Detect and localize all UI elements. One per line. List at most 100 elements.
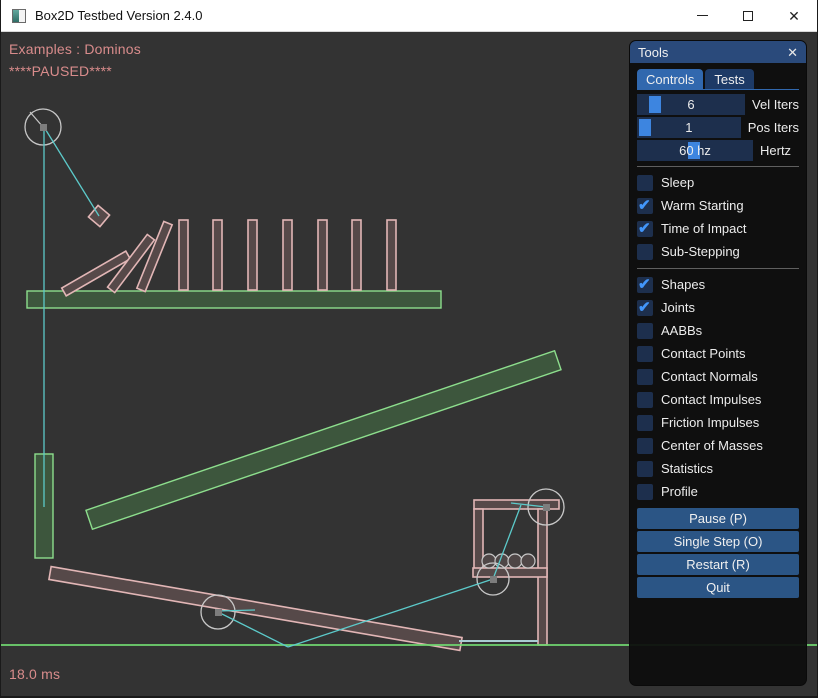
- hertz-slider[interactable]: 60 hz: [637, 140, 753, 161]
- checkbox-label: Sleep: [661, 175, 694, 190]
- checkbox-row-sleep[interactable]: Sleep: [637, 171, 799, 194]
- checkbox-box[interactable]: [637, 369, 653, 385]
- minimize-icon: [697, 15, 708, 16]
- checkbox-label: Sub-Stepping: [661, 244, 740, 259]
- pos-iters-value: 1: [637, 117, 741, 138]
- frame-shelf: [473, 568, 547, 577]
- domino: [387, 220, 396, 290]
- maximize-icon: [743, 11, 753, 21]
- checkbox-row-aabbs[interactable]: AABBs: [637, 319, 799, 342]
- tab-controls[interactable]: Controls: [637, 69, 703, 89]
- tools-panel-titlebar[interactable]: Tools ✕: [630, 41, 806, 63]
- checkbox-box[interactable]: [637, 438, 653, 454]
- checkbox-row-contact-normals[interactable]: Contact Normals: [637, 365, 799, 388]
- domino: [248, 220, 257, 290]
- checkbox-group-draw: ✔ Shapes ✔ Joints AABBs Contact Points Contact…: [637, 273, 799, 503]
- panel-close-icon[interactable]: ✕: [787, 46, 798, 59]
- app-icon: [12, 9, 26, 23]
- restart-r-button[interactable]: Restart (R): [637, 554, 799, 575]
- checkbox-row-statistics[interactable]: Statistics: [637, 457, 799, 480]
- checkbox-box[interactable]: [637, 244, 653, 260]
- vel-iters-value: 6: [637, 94, 745, 115]
- pos-iters-label: Pos Iters: [748, 120, 799, 135]
- checkbox-row-shapes[interactable]: ✔ Shapes: [637, 273, 799, 296]
- quit-button[interactable]: Quit: [637, 577, 799, 598]
- checkbox-group-solver: Sleep ✔ Warm Starting ✔ Time of Impact Sub-St…: [637, 171, 799, 263]
- shelf-balls: [482, 554, 535, 568]
- checkbox-box[interactable]: [637, 323, 653, 339]
- checkbox-box[interactable]: [637, 392, 653, 408]
- domino: [283, 220, 292, 290]
- checkbox-box[interactable]: ✔: [637, 277, 653, 293]
- checkbox-row-contact-impulses[interactable]: Contact Impulses: [637, 388, 799, 411]
- pos-iters-row: 1 Pos Iters: [637, 117, 799, 138]
- checkbox-row-contact-points[interactable]: Contact Points: [637, 342, 799, 365]
- tab-tests[interactable]: Tests: [705, 69, 753, 89]
- checkbox-box[interactable]: [637, 175, 653, 191]
- check-icon: ✔: [638, 196, 651, 214]
- checkbox-label: Center of Masses: [661, 438, 763, 453]
- domino: [318, 220, 327, 290]
- paused-status: ****PAUSED****: [9, 63, 112, 79]
- upright-dominoes: [179, 220, 396, 290]
- fallen-dominoes: [62, 221, 172, 295]
- ball-circle: [521, 554, 535, 568]
- ball-circle: [508, 554, 522, 568]
- tools-panel-title: Tools: [638, 45, 668, 60]
- checkbox-box[interactable]: [637, 346, 653, 362]
- hertz-row: 60 hz Hertz: [637, 140, 799, 161]
- checkbox-label: Joints: [661, 300, 695, 315]
- pos-iters-slider[interactable]: 1: [637, 117, 741, 138]
- checkbox-row-joints[interactable]: ✔ Joints: [637, 296, 799, 319]
- checkbox-box[interactable]: ✔: [637, 198, 653, 214]
- title-bar: Box2D Testbed Version 2.4.0 ✕: [1, 0, 817, 32]
- domino: [352, 220, 361, 290]
- checkbox-box[interactable]: ✔: [637, 300, 653, 316]
- app-window: Box2D Testbed Version 2.4.0 ✕: [0, 0, 818, 698]
- vel-iters-slider[interactable]: 6: [637, 94, 745, 115]
- pause-p-button[interactable]: Pause (P): [637, 508, 799, 529]
- checkbox-row-profile[interactable]: Profile: [637, 480, 799, 503]
- checkbox-label: AABBs: [661, 323, 702, 338]
- checkbox-label: Profile: [661, 484, 698, 499]
- single-step-o-button[interactable]: Single Step (O): [637, 531, 799, 552]
- checkbox-label: Contact Points: [661, 346, 746, 361]
- checkbox-box[interactable]: [637, 484, 653, 500]
- hertz-value: 60 hz: [637, 140, 753, 161]
- simulation-canvas[interactable]: Examples : Dominos ****PAUSED**** 18.0 m…: [1, 32, 818, 698]
- checkbox-row-warm-starting[interactable]: ✔ Warm Starting: [637, 194, 799, 217]
- checkbox-label: Contact Impulses: [661, 392, 761, 407]
- checkbox-row-center-of-masses[interactable]: Center of Masses: [637, 434, 799, 457]
- separator: [637, 166, 799, 167]
- seesaw-plank: [49, 567, 462, 651]
- checkbox-row-time-of-impact[interactable]: ✔ Time of Impact: [637, 217, 799, 240]
- close-button[interactable]: ✕: [771, 0, 817, 31]
- checkbox-label: Friction Impulses: [661, 415, 759, 430]
- maximize-button[interactable]: [725, 0, 771, 31]
- checkbox-row-friction-impulses[interactable]: Friction Impulses: [637, 411, 799, 434]
- vel-iters-row: 6 Vel Iters: [637, 94, 799, 115]
- checkbox-label: Shapes: [661, 277, 705, 292]
- tools-panel: Tools ✕ Controls Tests 6 Vel Iters: [629, 40, 807, 686]
- tab-bar: Controls Tests: [637, 69, 799, 90]
- checkbox-box[interactable]: ✔: [637, 221, 653, 237]
- separator: [637, 268, 799, 269]
- example-title: Examples : Dominos: [9, 41, 141, 57]
- checkbox-row-sub-stepping[interactable]: Sub-Stepping: [637, 240, 799, 263]
- check-icon: ✔: [638, 275, 651, 293]
- checkbox-label: Warm Starting: [661, 198, 744, 213]
- close-icon: ✕: [788, 9, 800, 23]
- check-icon: ✔: [638, 219, 651, 237]
- minimize-button[interactable]: [679, 0, 725, 31]
- vel-iters-label: Vel Iters: [752, 97, 799, 112]
- check-icon: ✔: [638, 298, 651, 316]
- domino: [179, 220, 188, 290]
- frame-structure: [473, 500, 559, 645]
- domino-platform: [27, 291, 441, 308]
- checkbox-label: Statistics: [661, 461, 713, 476]
- checkbox-box[interactable]: [637, 415, 653, 431]
- checkbox-label: Contact Normals: [661, 369, 758, 384]
- domino: [213, 220, 222, 290]
- checkbox-box[interactable]: [637, 461, 653, 477]
- checkbox-label: Time of Impact: [661, 221, 746, 236]
